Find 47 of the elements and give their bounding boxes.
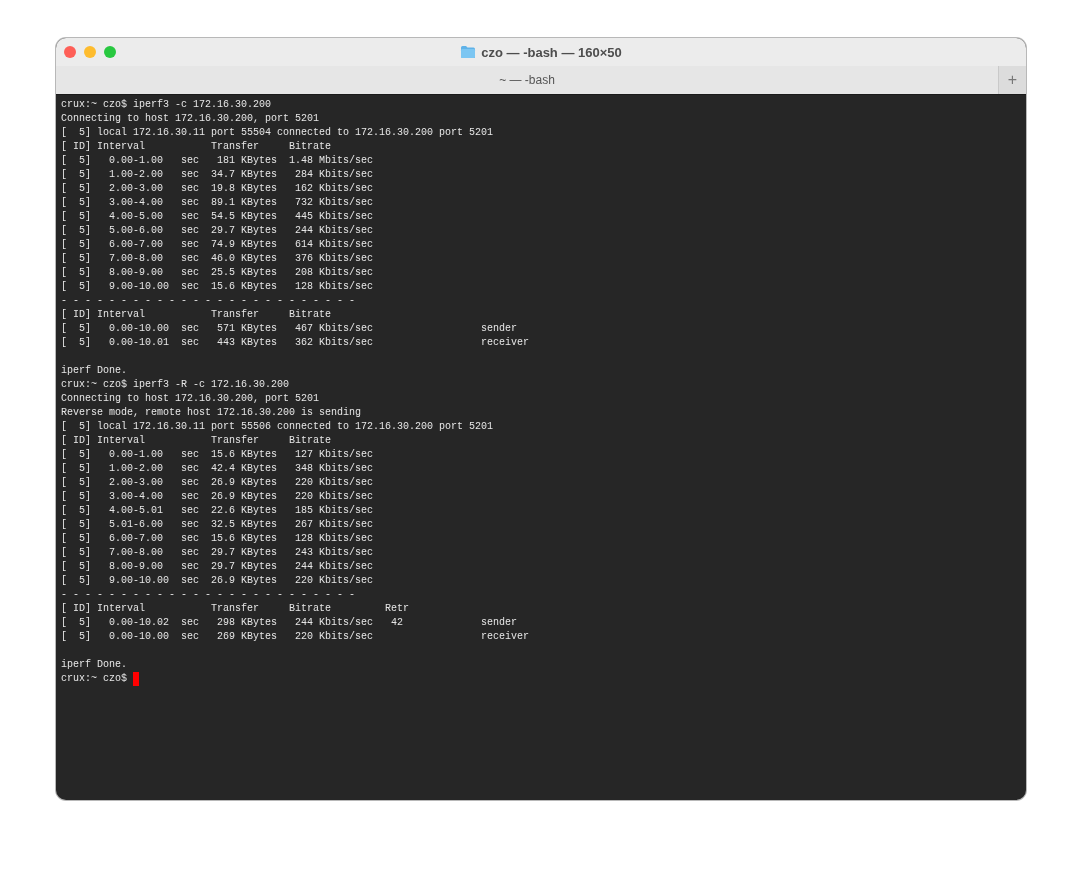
- terminal-line: [ 5] 3.00-4.00 sec 26.9 KBytes 220 Kbits/sec: [61, 490, 375, 504]
- terminal-line: [ 5] local 172.16.30.11 port 55504 connected to 172.16.30.200 port 5201: [61, 126, 495, 140]
- terminal-line: [ 5] 0.00-1.00 sec 15.6 KBytes 127 Kbits/sec: [61, 448, 375, 462]
- shell-prompt: crux:~ czo$: [61, 672, 128, 686]
- terminal-line: [ 5] 7.00-8.00 sec 29.7 KBytes 243 Kbits/sec: [61, 546, 375, 560]
- terminal-line: [ 5] 0.00-10.00 sec 269 KBytes 220 Kbits/sec receiver: [61, 630, 531, 644]
- folder-icon: [460, 45, 477, 59]
- new-tab-button[interactable]: +: [998, 66, 1026, 94]
- terminal-line: - - - - - - - - - - - - - - - - - - - - - - - - -: [61, 588, 357, 602]
- terminal-line: [ 5] 4.00-5.01 sec 22.6 KBytes 185 Kbits/sec: [61, 504, 375, 518]
- terminal-line: Connecting to host 172.16.30.200, port 5201: [61, 392, 321, 406]
- terminal-line: [ 5] 6.00-7.00 sec 15.6 KBytes 128 Kbits/sec: [61, 532, 375, 546]
- terminal-line: [ 5] 2.00-3.00 sec 26.9 KBytes 220 Kbits/sec: [61, 476, 375, 490]
- zoom-button[interactable]: [104, 46, 116, 58]
- terminal-line: [ 5] 2.00-3.00 sec 19.8 KBytes 162 Kbits/sec: [61, 182, 375, 196]
- terminal-line: iperf Done.: [61, 364, 128, 378]
- minimize-button[interactable]: [84, 46, 96, 58]
- terminal-line: [ 5] 5.01-6.00 sec 32.5 KBytes 267 Kbits/sec: [61, 518, 375, 532]
- terminal-line: [ 5] 0.00-1.00 sec 181 KBytes 1.48 Mbits/sec: [61, 154, 375, 168]
- terminal-line: iperf Done.: [61, 658, 128, 672]
- terminal-line: crux:~ czo$ iperf3 -c 172.16.30.200: [61, 98, 273, 112]
- terminal-line: Connecting to host 172.16.30.200, port 5201: [61, 112, 321, 126]
- terminal-line: crux:~ czo$ iperf3 -R -c 172.16.30.200: [61, 378, 291, 392]
- terminal-line: [ 5] 8.00-9.00 sec 25.5 KBytes 208 Kbits/sec: [61, 266, 375, 280]
- close-button[interactable]: [64, 46, 76, 58]
- terminal-line: Reverse mode, remote host 172.16.30.200 is sending: [61, 406, 363, 420]
- terminal-line: [ ID] Interval Transfer Bitrate: [61, 140, 333, 154]
- text-cursor: [133, 672, 139, 686]
- terminal-line: [ ID] Interval Transfer Bitrate: [61, 308, 333, 322]
- terminal-line: [ 5] 9.00-10.00 sec 15.6 KBytes 128 Kbits/sec: [61, 280, 375, 294]
- window-title: czo — -bash — 160×50: [481, 44, 622, 60]
- terminal-line: [ 5] 3.00-4.00 sec 89.1 KBytes 732 Kbits/sec: [61, 196, 375, 210]
- terminal-line: - - - - - - - - - - - - - - - - - - - - - - - - -: [61, 294, 357, 308]
- terminal-line: [ 5] local 172.16.30.11 port 55506 connected to 172.16.30.200 port 5201: [61, 420, 495, 434]
- terminal-line: [ ID] Interval Transfer Bitrate: [61, 434, 333, 448]
- terminal-line: [ 5] 6.00-7.00 sec 74.9 KBytes 614 Kbits/sec: [61, 238, 375, 252]
- terminal-line: [ ID] Interval Transfer Bitrate Retr: [61, 602, 411, 616]
- terminal-line: [ 5] 5.00-6.00 sec 29.7 KBytes 244 Kbits/sec: [61, 224, 375, 238]
- terminal-line: [ 5] 9.00-10.00 sec 26.9 KBytes 220 Kbits/sec: [61, 574, 375, 588]
- terminal-line: [ 5] 0.00-10.02 sec 298 KBytes 244 Kbits/sec 42 sender: [61, 616, 519, 630]
- terminal-line: [ 5] 4.00-5.00 sec 54.5 KBytes 445 Kbits/sec: [61, 210, 375, 224]
- terminal-line: [ 5] 0.00-10.00 sec 571 KBytes 467 Kbits/sec sender: [61, 322, 519, 336]
- terminal-line: [ 5] 0.00-10.01 sec 443 KBytes 362 Kbits/sec receiver: [61, 336, 531, 350]
- terminal-line: [ 5] 7.00-8.00 sec 46.0 KBytes 376 Kbits/sec: [61, 252, 375, 266]
- terminal-line: [ 5] 8.00-9.00 sec 29.7 KBytes 244 Kbits/sec: [61, 560, 375, 574]
- terminal-line: [ 5] 1.00-2.00 sec 42.4 KBytes 348 Kbits/sec: [61, 462, 375, 476]
- terminal-line: [ 5] 1.00-2.00 sec 34.7 KBytes 284 Kbits/sec: [61, 168, 375, 182]
